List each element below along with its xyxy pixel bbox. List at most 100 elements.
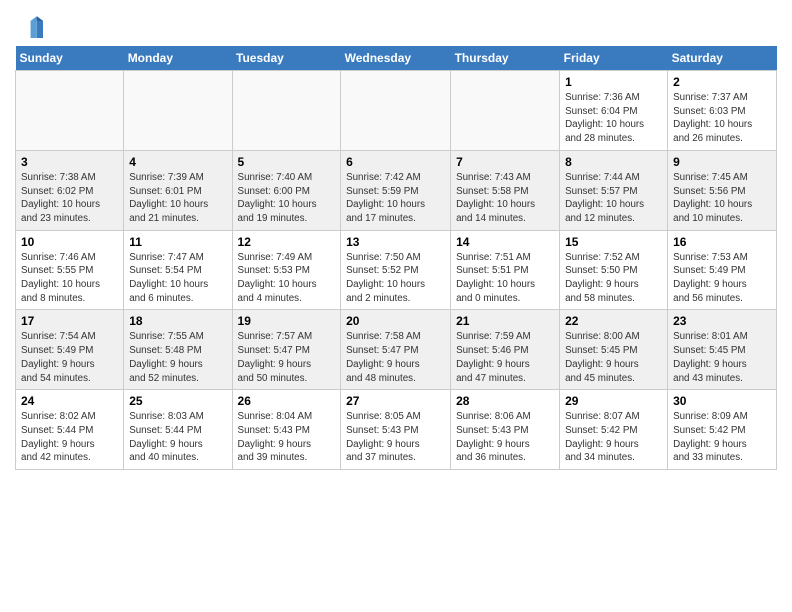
day-info: Sunrise: 7:46 AM Sunset: 5:55 PM Dayligh… <box>21 251 118 306</box>
day-info: Sunrise: 7:38 AM Sunset: 6:02 PM Dayligh… <box>21 171 118 226</box>
day-info: Sunrise: 7:49 AM Sunset: 5:53 PM Dayligh… <box>238 251 336 306</box>
day-number: 2 <box>673 75 771 89</box>
day-info: Sunrise: 8:05 AM Sunset: 5:43 PM Dayligh… <box>346 410 445 465</box>
weekday-header-tuesday: Tuesday <box>232 46 341 71</box>
header <box>15 10 777 38</box>
calendar-cell: 28 Sunrise: 8:06 AM Sunset: 5:43 PM Dayli… <box>451 390 560 470</box>
day-info: Sunrise: 7:36 AM Sunset: 6:04 PM Dayligh… <box>565 91 662 146</box>
calendar-cell: 8 Sunrise: 7:44 AM Sunset: 5:57 PM Daylig… <box>560 150 668 230</box>
day-info: Sunrise: 7:37 AM Sunset: 6:03 PM Dayligh… <box>673 91 771 146</box>
calendar-cell: 2 Sunrise: 7:37 AM Sunset: 6:03 PM Daylig… <box>668 71 777 151</box>
calendar-cell: 16 Sunrise: 7:53 AM Sunset: 5:49 PM Dayli… <box>668 230 777 310</box>
calendar-cell: 9 Sunrise: 7:45 AM Sunset: 5:56 PM Daylig… <box>668 150 777 230</box>
day-info: Sunrise: 8:04 AM Sunset: 5:43 PM Dayligh… <box>238 410 336 465</box>
calendar-cell: 25 Sunrise: 8:03 AM Sunset: 5:44 PM Dayli… <box>124 390 232 470</box>
calendar-cell <box>124 71 232 151</box>
day-info: Sunrise: 7:39 AM Sunset: 6:01 PM Dayligh… <box>129 171 226 226</box>
calendar-cell: 7 Sunrise: 7:43 AM Sunset: 5:58 PM Daylig… <box>451 150 560 230</box>
calendar-cell: 23 Sunrise: 8:01 AM Sunset: 5:45 PM Dayli… <box>668 310 777 390</box>
calendar-week-row: 10 Sunrise: 7:46 AM Sunset: 5:55 PM Dayli… <box>16 230 777 310</box>
calendar-cell: 27 Sunrise: 8:05 AM Sunset: 5:43 PM Dayli… <box>341 390 451 470</box>
day-number: 7 <box>456 155 554 169</box>
day-info: Sunrise: 7:53 AM Sunset: 5:49 PM Dayligh… <box>673 251 771 306</box>
day-info: Sunrise: 7:47 AM Sunset: 5:54 PM Dayligh… <box>129 251 226 306</box>
logo <box>15 10 47 38</box>
calendar-week-row: 24Sunrise: 8:02 AM Sunset: 5:44 PM Dayli… <box>16 390 777 470</box>
calendar-table: SundayMondayTuesdayWednesdayThursdayFrid… <box>15 46 777 470</box>
weekday-header-thursday: Thursday <box>451 46 560 71</box>
day-info: Sunrise: 7:42 AM Sunset: 5:59 PM Dayligh… <box>346 171 445 226</box>
day-info: Sunrise: 7:59 AM Sunset: 5:46 PM Dayligh… <box>456 330 554 385</box>
day-number: 19 <box>238 314 336 328</box>
day-info: Sunrise: 7:43 AM Sunset: 5:58 PM Dayligh… <box>456 171 554 226</box>
day-info: Sunrise: 7:44 AM Sunset: 5:57 PM Dayligh… <box>565 171 662 226</box>
calendar-cell: 1 Sunrise: 7:36 AM Sunset: 6:04 PM Daylig… <box>560 71 668 151</box>
calendar-cell: 4Sunrise: 7:39 AM Sunset: 6:01 PM Daylig… <box>124 150 232 230</box>
day-number: 30 <box>673 394 771 408</box>
day-info: Sunrise: 8:06 AM Sunset: 5:43 PM Dayligh… <box>456 410 554 465</box>
calendar-cell: 3 Sunrise: 7:38 AM Sunset: 6:02 PM Daylig… <box>16 150 124 230</box>
day-number: 12 <box>238 235 336 249</box>
day-number: 29 <box>565 394 662 408</box>
weekday-header-monday: Monday <box>124 46 232 71</box>
day-number: 23 <box>673 314 771 328</box>
day-number: 20 <box>346 314 445 328</box>
calendar-cell: 20 Sunrise: 7:58 AM Sunset: 5:47 PM Dayli… <box>341 310 451 390</box>
calendar-header-row: SundayMondayTuesdayWednesdayThursdayFrid… <box>16 46 777 71</box>
calendar-cell: 17 Sunrise: 7:54 AM Sunset: 5:49 PM Dayli… <box>16 310 124 390</box>
day-info: Sunrise: 7:57 AM Sunset: 5:47 PM Dayligh… <box>238 330 336 385</box>
day-info: Sunrise: 7:40 AM Sunset: 6:00 PM Dayligh… <box>238 171 336 226</box>
weekday-header-friday: Friday <box>560 46 668 71</box>
calendar-week-row: 17 Sunrise: 7:54 AM Sunset: 5:49 PM Dayli… <box>16 310 777 390</box>
day-number: 14 <box>456 235 554 249</box>
day-number: 3 <box>21 155 118 169</box>
day-number: 1 <box>565 75 662 89</box>
calendar-cell: 22 Sunrise: 8:00 AM Sunset: 5:45 PM Dayli… <box>560 310 668 390</box>
day-number: 16 <box>673 235 771 249</box>
calendar-cell: 10 Sunrise: 7:46 AM Sunset: 5:55 PM Dayli… <box>16 230 124 310</box>
day-info: Sunrise: 8:01 AM Sunset: 5:45 PM Dayligh… <box>673 330 771 385</box>
day-number: 8 <box>565 155 662 169</box>
day-number: 28 <box>456 394 554 408</box>
calendar-cell: 6 Sunrise: 7:42 AM Sunset: 5:59 PM Daylig… <box>341 150 451 230</box>
day-number: 17 <box>21 314 118 328</box>
weekday-header-wednesday: Wednesday <box>341 46 451 71</box>
day-info: Sunrise: 7:51 AM Sunset: 5:51 PM Dayligh… <box>456 251 554 306</box>
calendar-cell: 29 Sunrise: 8:07 AM Sunset: 5:42 PM Dayli… <box>560 390 668 470</box>
day-info: Sunrise: 8:03 AM Sunset: 5:44 PM Dayligh… <box>129 410 226 465</box>
day-info: Sunrise: 7:50 AM Sunset: 5:52 PM Dayligh… <box>346 251 445 306</box>
weekday-header-saturday: Saturday <box>668 46 777 71</box>
calendar-cell: 11 Sunrise: 7:47 AM Sunset: 5:54 PM Dayli… <box>124 230 232 310</box>
calendar-cell: 15 Sunrise: 7:52 AM Sunset: 5:50 PM Dayli… <box>560 230 668 310</box>
calendar-cell: 12 Sunrise: 7:49 AM Sunset: 5:53 PM Dayli… <box>232 230 341 310</box>
day-info: Sunrise: 7:58 AM Sunset: 5:47 PM Dayligh… <box>346 330 445 385</box>
calendar-week-row: 1 Sunrise: 7:36 AM Sunset: 6:04 PM Daylig… <box>16 71 777 151</box>
day-info: Sunrise: 8:00 AM Sunset: 5:45 PM Dayligh… <box>565 330 662 385</box>
day-number: 15 <box>565 235 662 249</box>
day-info: Sunrise: 7:54 AM Sunset: 5:49 PM Dayligh… <box>21 330 118 385</box>
day-info: Sunrise: 8:09 AM Sunset: 5:42 PM Dayligh… <box>673 410 771 465</box>
day-number: 9 <box>673 155 771 169</box>
day-number: 25 <box>129 394 226 408</box>
day-number: 10 <box>21 235 118 249</box>
day-number: 11 <box>129 235 226 249</box>
calendar-cell: 18Sunrise: 7:55 AM Sunset: 5:48 PM Dayli… <box>124 310 232 390</box>
day-number: 18 <box>129 314 226 328</box>
day-info: Sunrise: 7:45 AM Sunset: 5:56 PM Dayligh… <box>673 171 771 226</box>
generalblue-logo-icon <box>15 10 43 38</box>
calendar-cell: 30 Sunrise: 8:09 AM Sunset: 5:42 PM Dayli… <box>668 390 777 470</box>
page: SundayMondayTuesdayWednesdayThursdayFrid… <box>0 0 792 480</box>
calendar-cell: 24Sunrise: 8:02 AM Sunset: 5:44 PM Dayli… <box>16 390 124 470</box>
calendar-cell: 21 Sunrise: 7:59 AM Sunset: 5:46 PM Dayli… <box>451 310 560 390</box>
calendar-cell <box>16 71 124 151</box>
calendar-cell <box>451 71 560 151</box>
day-number: 22 <box>565 314 662 328</box>
day-info: Sunrise: 7:52 AM Sunset: 5:50 PM Dayligh… <box>565 251 662 306</box>
day-number: 27 <box>346 394 445 408</box>
day-number: 21 <box>456 314 554 328</box>
day-number: 6 <box>346 155 445 169</box>
day-info: Sunrise: 8:07 AM Sunset: 5:42 PM Dayligh… <box>565 410 662 465</box>
day-number: 24 <box>21 394 118 408</box>
calendar-cell: 5Sunrise: 7:40 AM Sunset: 6:00 PM Daylig… <box>232 150 341 230</box>
calendar-cell <box>232 71 341 151</box>
